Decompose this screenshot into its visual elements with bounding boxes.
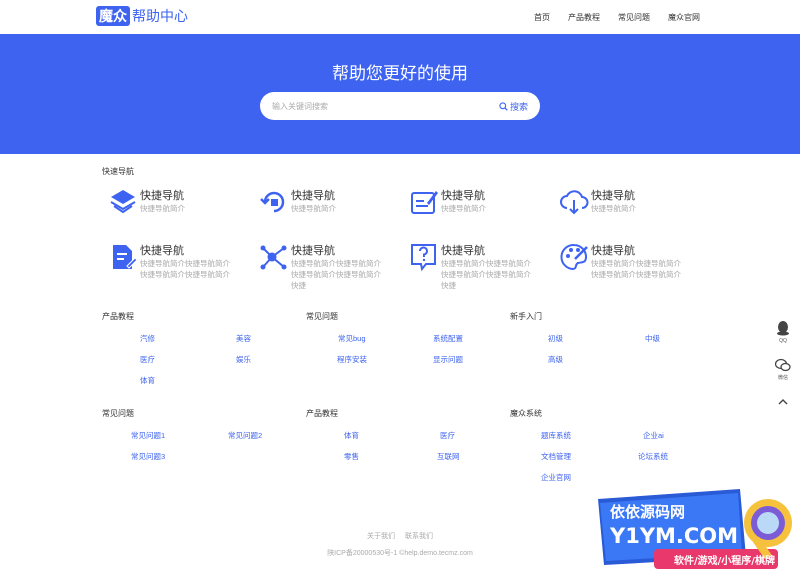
rotate-icon — [260, 191, 285, 213]
search-button[interactable]: 搜索 — [499, 100, 528, 113]
group-link[interactable]: 企业ai — [643, 430, 664, 441]
group-link[interactable]: 互联网 — [437, 451, 460, 462]
watermark-line3: 软件/游戏/小程序/棋牌 — [674, 554, 775, 567]
group-title: 产品教程 — [306, 409, 338, 418]
quick-nav-item[interactable]: 快捷导航 快捷导航简介 — [559, 187, 699, 237]
footer-link-contact[interactable]: 联系我们 — [405, 533, 433, 540]
group-link[interactable]: 常见问题1 — [131, 430, 165, 441]
cloud-download-icon — [560, 190, 589, 215]
quick-nav-desc: 快捷导航简介 — [291, 204, 336, 213]
quick-nav-title: 快捷导航 — [291, 190, 335, 202]
group-link[interactable]: 常见问题3 — [131, 451, 165, 462]
group-title: 新手入门 — [510, 312, 542, 321]
quick-nav-item[interactable]: 快捷导航 快捷导航简介 — [108, 187, 248, 237]
hero-banner: 帮助您更好的使用 搜索 — [0, 34, 800, 154]
watermark-line1: 依依源码网 — [610, 503, 685, 521]
side-wechat-button[interactable]: 微信 — [770, 358, 796, 381]
quick-nav-title: 快捷导航 — [591, 245, 635, 257]
group-title: 产品教程 — [102, 312, 134, 321]
logo[interactable]: 魔众 帮助中心 — [96, 6, 188, 26]
quick-nav-item[interactable]: 快捷导航 快捷导航简介快捷导航简介快捷导航简介快捷导航简介 — [559, 242, 699, 292]
quick-nav-title: 快捷导航 — [591, 190, 635, 202]
footer-link-about[interactable]: 关于我们 — [367, 533, 395, 540]
quick-nav-title: 快捷导航 — [291, 245, 335, 257]
group-link[interactable]: 系统配置 — [433, 333, 463, 344]
search-box: 搜索 — [260, 92, 540, 120]
search-button-label: 搜索 — [509, 102, 528, 112]
logo-text: 帮助中心 — [132, 8, 188, 24]
group-title: 魔众系统 — [510, 409, 542, 418]
quick-nav-desc: 快捷导航简介 — [441, 204, 486, 213]
group-link[interactable]: 企业官网 — [541, 472, 571, 483]
group-link[interactable]: 零售 — [344, 451, 359, 462]
group-link[interactable]: 医疗 — [440, 430, 455, 441]
group-link[interactable]: 娱乐 — [236, 354, 251, 365]
group-link[interactable]: 显示问题 — [433, 354, 463, 365]
back-to-top-button[interactable] — [770, 397, 796, 409]
wechat-label: 微信 — [777, 375, 788, 381]
quick-nav-item[interactable]: 快捷导航 快捷导航简介 — [259, 187, 399, 237]
quick-nav-desc: 快捷导航简介快捷导航简介快捷导航简介快捷导航简介 — [140, 259, 230, 279]
group-link[interactable]: 高级 — [548, 354, 563, 365]
nav-official-site[interactable]: 魔众官网 — [668, 12, 700, 23]
qq-icon — [777, 321, 789, 336]
logo-mark: 魔众 — [96, 6, 130, 26]
top-header: 魔众 帮助中心 首页 产品教程 常见问题 魔众官网 — [0, 0, 800, 34]
nav-faq[interactable]: 常见问题 — [618, 12, 650, 23]
group-title: 常见问题 — [306, 312, 338, 321]
group-link[interactable]: 论坛系统 — [638, 451, 668, 462]
group-link[interactable]: 体育 — [140, 375, 155, 386]
quick-nav-item[interactable]: 快捷导航 快捷导航简介 — [409, 187, 549, 237]
watermark-line2: Y1YM.COM — [609, 524, 738, 548]
group-link[interactable]: 常见bug — [338, 333, 366, 344]
group-link[interactable]: 汽修 — [140, 333, 155, 344]
group-link[interactable]: 题库系统 — [541, 430, 571, 441]
network-icon — [260, 245, 287, 270]
search-icon — [499, 102, 508, 111]
group-link[interactable]: 文档管理 — [541, 451, 571, 462]
document-icon — [113, 245, 138, 269]
search-input[interactable] — [272, 99, 482, 113]
nav-home[interactable]: 首页 — [534, 12, 550, 23]
group-link[interactable]: 初级 — [548, 333, 563, 344]
hero-title: 帮助您更好的使用 — [332, 64, 468, 83]
side-qq-button[interactable]: QQ — [770, 320, 796, 344]
quick-nav-item[interactable]: 快捷导航 快捷导航简介快捷导航简介快捷导航简介快捷导航简介快捷 — [409, 242, 549, 292]
watermark-graphic: 依依源码网 Y1YM.COM 软件/游戏/小程序/棋牌 — [598, 489, 792, 569]
nav-product-tutorials[interactable]: 产品教程 — [568, 12, 600, 23]
qq-label: QQ — [779, 338, 787, 344]
group-link[interactable]: 中级 — [645, 333, 660, 344]
quick-nav-item[interactable]: 快捷导航 快捷导航简介快捷导航简介快捷导航简介快捷导航简介快捷 — [259, 242, 399, 292]
quick-nav-title: 快捷导航 — [441, 190, 485, 202]
quick-nav-desc: 快捷导航简介 — [140, 204, 185, 213]
quick-nav-desc: 快捷导航简介快捷导航简介快捷导航简介快捷导航简介快捷 — [291, 259, 381, 290]
wechat-icon — [774, 358, 791, 372]
quick-nav-title: 快捷导航 — [140, 245, 184, 257]
quick-nav-title: 快捷导航 — [441, 245, 485, 257]
quick-nav-label: 快速导航 — [102, 167, 134, 176]
quick-nav-title: 快捷导航 — [140, 190, 184, 202]
layers-icon — [110, 190, 136, 214]
chevron-up-icon — [778, 399, 788, 405]
group-link[interactable]: 常见问题2 — [228, 430, 262, 441]
quick-nav-desc: 快捷导航简介 — [591, 204, 636, 213]
watermark-banner: 依依源码网 Y1YM.COM 软件/游戏/小程序/棋牌 — [590, 485, 798, 573]
group-link[interactable]: 程序安装 — [337, 354, 367, 365]
help-chat-icon — [411, 244, 436, 272]
palette-icon — [560, 243, 588, 271]
group-link[interactable]: 美容 — [236, 333, 251, 344]
group-title: 常见问题 — [102, 409, 134, 418]
group-link[interactable]: 医疗 — [140, 354, 155, 365]
quick-nav-item[interactable]: 快捷导航 快捷导航简介快捷导航简介快捷导航简介快捷导航简介 — [108, 242, 248, 292]
quick-nav-desc: 快捷导航简介快捷导航简介快捷导航简介快捷导航简介 — [591, 259, 681, 279]
quick-nav-desc: 快捷导航简介快捷导航简介快捷导航简介快捷导航简介快捷 — [441, 259, 531, 290]
edit-note-icon — [411, 191, 438, 214]
group-link[interactable]: 体育 — [344, 430, 359, 441]
top-nav: 首页 产品教程 常见问题 魔众官网 — [516, 12, 700, 23]
